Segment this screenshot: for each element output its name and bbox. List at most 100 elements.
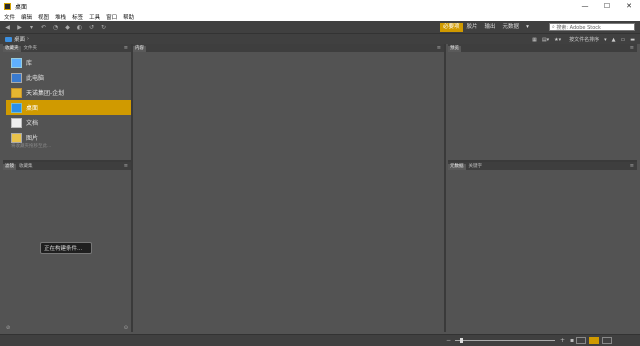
menu-file[interactable]: 文件 <box>4 13 15 21</box>
desktop-icon <box>11 102 22 113</box>
folder-icon <box>11 87 22 98</box>
panel-menu-icon[interactable]: ≡ <box>437 45 441 51</box>
favorite-user-folder[interactable]: 天诺集团-企划 <box>6 85 131 100</box>
trash-icon[interactable]: ▬ <box>630 37 635 43</box>
tab-filter[interactable]: 滤镜 <box>3 164 16 170</box>
center-right-splitter[interactable] <box>444 44 446 332</box>
boomerang-icon[interactable]: ↶ <box>39 24 48 31</box>
view-mode-buttons <box>576 337 615 344</box>
favorites-panel: 收藏夹 文件夹 ≡ 库 此电脑 天诺集团-企划 桌面 文档 图片 将收藏夹拖移至… <box>3 44 131 160</box>
path-bar: 桌面 › ▦ ▤▾ ★▾ 按文件名排序 ▾ ▲ ▭ ▬ <box>0 33 640 44</box>
filter-clear-icon[interactable]: ⊘ <box>6 325 10 331</box>
close-button[interactable]: ✕ <box>618 0 640 12</box>
view-thumbnails-button[interactable] <box>576 337 586 344</box>
favorites-tabbar: 收藏夹 文件夹 ≡ <box>3 44 131 52</box>
rotate-right-icon[interactable]: ↻ <box>99 24 108 31</box>
tab-folders[interactable]: 文件夹 <box>22 46 40 52</box>
favorite-library[interactable]: 库 <box>6 55 131 70</box>
favorites-drop-hint: 将收藏夹拖移至此... <box>11 144 52 149</box>
library-icon <box>11 57 22 68</box>
workspace-menu-icon[interactable]: ▾ <box>523 23 532 32</box>
minimize-button[interactable]: — <box>574 0 596 12</box>
view-grid-icon[interactable]: ▦ <box>532 37 537 43</box>
zoom-in-icon[interactable]: + <box>560 337 565 344</box>
menu-tools[interactable]: 工具 <box>89 13 100 21</box>
sort-dropdown[interactable]: 按文件名排序 <box>569 36 599 43</box>
favorite-label: 天诺集团-企划 <box>26 90 65 97</box>
status-bar: − + ▪ <box>0 334 640 346</box>
favorite-documents[interactable]: 文档 <box>6 115 131 130</box>
panel-menu-icon[interactable]: ≡ <box>124 163 128 169</box>
lock-icon[interactable]: ▪ <box>570 337 574 344</box>
favorite-label: 此电脑 <box>26 75 45 82</box>
favorite-label: 库 <box>26 60 33 67</box>
workspace-metadata-tab[interactable]: 元数据 <box>500 23 523 32</box>
panel-menu-icon[interactable]: ≡ <box>630 45 634 51</box>
recent-dropdown-icon[interactable]: ▾ <box>27 24 36 31</box>
maximize-button[interactable]: ☐ <box>596 0 618 12</box>
metadata-panel: 元数据 关键字 ≡ <box>448 162 637 332</box>
filter-tabbar: 滤镜 收藏集 ≡ <box>3 162 131 170</box>
favorite-this-pc[interactable]: 此电脑 <box>6 70 131 85</box>
filter-status-message: 正在构建条件... <box>40 242 92 254</box>
workspace-essentials-tab[interactable]: 必要项 <box>440 22 463 32</box>
camera-icon[interactable]: ◔ <box>51 24 60 31</box>
tab-preview[interactable]: 预览 <box>448 46 461 52</box>
search-input[interactable]: ⌕ 搜索: Adobe Stock <box>549 23 635 31</box>
menu-stack[interactable]: 堆栈 <box>55 13 66 21</box>
folder-icon <box>5 36 12 42</box>
slider-handle[interactable] <box>460 338 463 343</box>
zoom-out-icon[interactable]: − <box>446 337 451 344</box>
open-camera-raw-icon[interactable]: ◐ <box>75 24 84 31</box>
favorite-label: 文档 <box>26 120 39 127</box>
panel-menu-icon[interactable]: ≡ <box>124 45 128 51</box>
menu-bar: 文件 编辑 视图 堆栈 标签 工具 窗口 帮助 <box>0 12 640 21</box>
favorites-list: 库 此电脑 天诺集团-企划 桌面 文档 图片 将收藏夹拖移至此... <box>6 55 131 149</box>
tab-collections[interactable]: 收藏集 <box>17 164 35 170</box>
title-bar: 桌面 — ☐ ✕ <box>0 0 640 12</box>
pictures-icon <box>11 132 22 143</box>
window-controls: — ☐ ✕ <box>574 0 640 12</box>
app-icon <box>4 2 11 10</box>
computer-icon <box>11 72 22 83</box>
tab-keywords[interactable]: 关键字 <box>467 164 485 170</box>
tab-favorites[interactable]: 收藏夹 <box>3 46 21 52</box>
workspace-output-tab[interactable]: 输出 <box>482 23 499 32</box>
search-placeholder: 搜索: Adobe Stock <box>556 24 601 31</box>
metadata-tabbar: 元数据 关键字 ≡ <box>448 162 637 170</box>
workspace-switcher: 必要项 胶片 输出 元数据 ▾ <box>440 22 533 32</box>
favorite-label: 桌面 <box>26 105 39 112</box>
menu-view[interactable]: 视图 <box>38 13 49 21</box>
refine-icon[interactable]: ◆ <box>63 24 72 31</box>
menu-window[interactable]: 窗口 <box>106 13 117 21</box>
sort-direction-icon[interactable]: ▲ <box>612 37 616 43</box>
sort-chevron-icon[interactable]: ▾ <box>604 37 607 43</box>
main-toolbar: ◀ ▶ ▾ ↶ ◔ ◆ ◐ ↺ ↻ 必要项 胶片 输出 元数据 ▾ ⌕ 搜索: … <box>0 21 640 33</box>
panel-menu-icon[interactable]: ≡ <box>630 163 634 169</box>
forward-icon[interactable]: ▶ <box>15 24 24 31</box>
content-tabbar: 内容 ≡ <box>133 44 444 52</box>
favorite-label: 图片 <box>26 135 39 142</box>
menu-label[interactable]: 标签 <box>72 13 83 21</box>
view-list-button[interactable] <box>602 337 612 344</box>
content-panel: 内容 ≡ <box>133 44 444 332</box>
rating-filter-icon[interactable]: ★▾ <box>554 37 561 43</box>
back-icon[interactable]: ◀ <box>3 24 12 31</box>
view-list-icon[interactable]: ▤▾ <box>542 37 549 43</box>
view-details-button[interactable] <box>589 337 599 344</box>
filter-pin-icon[interactable]: ⊙ <box>124 325 128 331</box>
workspace-filmstrip-tab[interactable]: 胶片 <box>464 23 481 32</box>
tab-metadata[interactable]: 元数据 <box>448 164 466 170</box>
thumbnail-size-slider[interactable] <box>455 338 555 343</box>
preview-tabbar: 预览 ≡ <box>448 44 637 52</box>
menu-help[interactable]: 帮助 <box>123 13 134 21</box>
favorite-desktop[interactable]: 桌面 <box>6 100 131 115</box>
new-folder-icon[interactable]: ▭ <box>621 37 626 43</box>
path-current[interactable]: 桌面 <box>14 35 25 43</box>
tab-content[interactable]: 内容 <box>133 46 146 52</box>
window-title: 桌面 <box>15 3 28 11</box>
chevron-right-icon[interactable]: › <box>27 36 29 42</box>
menu-edit[interactable]: 编辑 <box>21 13 32 21</box>
preview-panel: 预览 ≡ <box>448 44 637 160</box>
rotate-left-icon[interactable]: ↺ <box>87 24 96 31</box>
